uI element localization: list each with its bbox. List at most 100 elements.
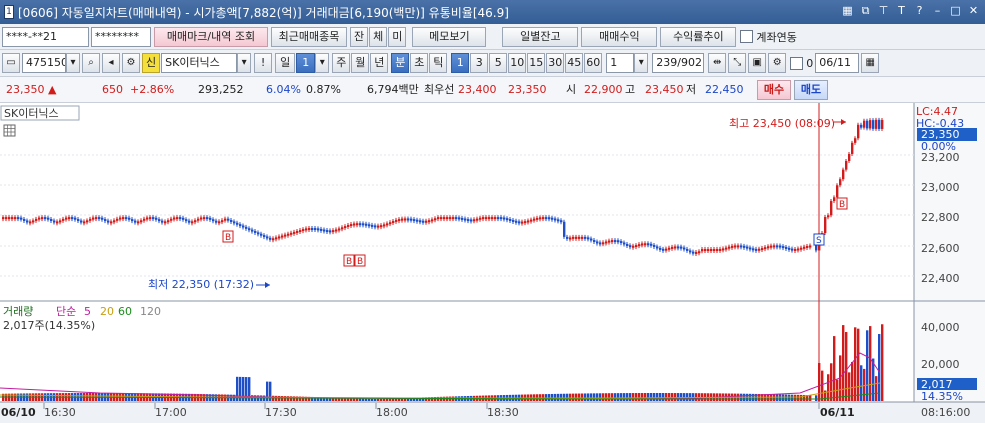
period-dropdown-icon[interactable]: ▾ xyxy=(315,53,330,73)
account-field[interactable]: ****-**21 xyxy=(2,26,89,47)
volume-bar-197 xyxy=(593,393,596,401)
volume-bar-203 xyxy=(611,393,614,401)
year-button[interactable]: 년 xyxy=(370,53,389,73)
candle-53 xyxy=(161,220,164,223)
interval-5-button[interactable]: 5 xyxy=(489,53,508,73)
executed-button[interactable]: 체 xyxy=(369,26,388,47)
minute-button[interactable]: 분 xyxy=(391,53,410,73)
speaker-icon[interactable]: ◂ xyxy=(102,53,120,73)
profit-rate-button[interactable]: 수익률추이 xyxy=(660,26,737,47)
volume-bar-200 xyxy=(602,393,605,401)
candle-184 xyxy=(554,218,557,221)
interval-3-button[interactable]: 3 xyxy=(470,53,489,73)
tick-button[interactable]: 틱 xyxy=(429,53,448,73)
ma-120: 120 xyxy=(140,305,161,318)
interval-30-button[interactable]: 30 xyxy=(546,53,565,73)
second-button[interactable]: 초 xyxy=(410,53,429,73)
volume-bar-119 xyxy=(359,398,362,401)
candle-138 xyxy=(416,219,419,222)
candle-60 xyxy=(182,217,185,220)
candle-70 xyxy=(212,219,215,222)
recent-trade-button[interactable]: 최근매매종목 xyxy=(271,26,347,47)
arrows-icon[interactable]: ⇹ xyxy=(708,53,727,73)
buy-button[interactable]: 매수 xyxy=(757,80,791,100)
save-icon[interactable]: ▣ xyxy=(748,53,767,73)
trade-mark-b3[interactable]: B xyxy=(354,254,366,267)
low-price: 22,450 xyxy=(705,83,744,96)
date-input[interactable]: 06/11 xyxy=(815,53,860,73)
calendar-icon[interactable]: ▦ xyxy=(861,53,880,73)
font-icon[interactable]: T xyxy=(894,3,909,19)
date-checkbox[interactable] xyxy=(790,56,804,70)
candle-3 xyxy=(11,217,14,220)
trade-mark-b1[interactable]: B xyxy=(222,230,234,243)
password-field[interactable]: ******** xyxy=(91,26,151,47)
x-tick-6: 06/11 xyxy=(820,406,855,419)
quote-bar: 23,350 ▲ 650 +2.86% 293,252 6.04% 0.87% … xyxy=(0,77,985,103)
candle-170 xyxy=(512,219,515,222)
trade-mark-b4[interactable]: B xyxy=(836,197,848,210)
maximize-icon[interactable]: □ xyxy=(948,3,963,19)
close-icon[interactable]: ✕ xyxy=(966,3,981,19)
memo-button[interactable]: 메모보기 xyxy=(412,26,487,47)
alert-button[interactable]: ! xyxy=(254,53,273,73)
sell-button[interactable]: 매도 xyxy=(794,80,828,100)
candle-267 xyxy=(803,246,806,249)
copy-icon[interactable]: ⧉ xyxy=(858,3,873,19)
interval-10-button[interactable]: 10 xyxy=(508,53,527,73)
code-dropdown-icon[interactable]: ▾ xyxy=(66,53,80,73)
interval-1-button[interactable]: 1 xyxy=(451,53,470,73)
volume-bar-126 xyxy=(380,398,383,401)
gear-icon[interactable]: ⚙ xyxy=(768,53,787,73)
count-input[interactable]: 1 xyxy=(606,53,635,73)
account-toolbar: ****-**21 ******** 매매마크/내역 조회 최근매매종목 잔 체… xyxy=(0,24,985,50)
candle-88 xyxy=(266,236,269,239)
trade-mark-s1[interactable]: S xyxy=(813,233,825,246)
stock-name-field[interactable]: SK이터닉스 xyxy=(161,53,238,73)
candle-17 xyxy=(53,220,56,223)
period-num-field[interactable]: 1 xyxy=(296,53,316,73)
candle-236 xyxy=(710,249,713,252)
interval-60-button[interactable]: 60 xyxy=(584,53,603,73)
settings-icon[interactable]: ⚙ xyxy=(122,53,140,73)
candle-86 xyxy=(260,233,263,236)
candle-291 xyxy=(878,119,881,129)
volume-bar-283 xyxy=(854,327,857,401)
volume-bar-118 xyxy=(356,398,359,401)
search-icon[interactable]: ⌕ xyxy=(82,53,100,73)
x-tick-3: 17:30 xyxy=(265,406,297,419)
stock-code-input[interactable]: 475150 xyxy=(22,53,66,73)
candle-225 xyxy=(677,246,680,249)
account-link-checkbox[interactable] xyxy=(740,30,754,43)
trade-mark-b2[interactable]: B xyxy=(343,254,355,267)
count-dropdown-icon[interactable]: ▾ xyxy=(634,53,649,73)
candle-77 xyxy=(233,221,236,224)
volume-bar-121 xyxy=(365,398,368,401)
interval-45-button[interactable]: 45 xyxy=(565,53,584,73)
pin-icon[interactable]: ⊤ xyxy=(876,3,891,19)
minimize-icon[interactable]: – xyxy=(930,3,945,19)
month-button[interactable]: 월 xyxy=(351,53,370,73)
volume-info: 2,017주(14.35%) xyxy=(3,319,95,332)
help-icon[interactable]: ? xyxy=(912,3,927,19)
period-day-button[interactable]: 일 xyxy=(275,53,296,73)
table-icon[interactable] xyxy=(3,124,16,137)
candle-9 xyxy=(29,221,32,224)
interval-15-button[interactable]: 15 xyxy=(527,53,546,73)
unexecuted-button[interactable]: 미 xyxy=(388,26,407,47)
trade-mark-b4-label: B xyxy=(839,200,845,210)
price-chart[interactable]: SK이터닉스 최고 23,450 (08:09) 최저 22,350 (17:3… xyxy=(0,103,985,423)
crosshair-icon[interactable]: ⤡ xyxy=(728,53,747,73)
max-annotation: 최고 23,450 (08:09) xyxy=(729,117,835,130)
candle-217 xyxy=(653,244,656,247)
daily-balance-button[interactable]: 일별잔고 xyxy=(502,26,579,47)
week-button[interactable]: 주 xyxy=(332,53,351,73)
link-icon[interactable]: ▦ xyxy=(840,3,855,19)
volume-bar-120 xyxy=(362,398,365,401)
name-dropdown-icon[interactable]: ▾ xyxy=(237,53,252,73)
candle-219 xyxy=(659,247,662,250)
stock-list-icon[interactable]: ▭ xyxy=(2,53,20,73)
trade-profit-button[interactable]: 매매수익 xyxy=(581,26,658,47)
balance-button[interactable]: 잔 xyxy=(350,26,369,47)
trade-mark-button[interactable]: 매매마크/내역 조회 xyxy=(154,26,268,47)
